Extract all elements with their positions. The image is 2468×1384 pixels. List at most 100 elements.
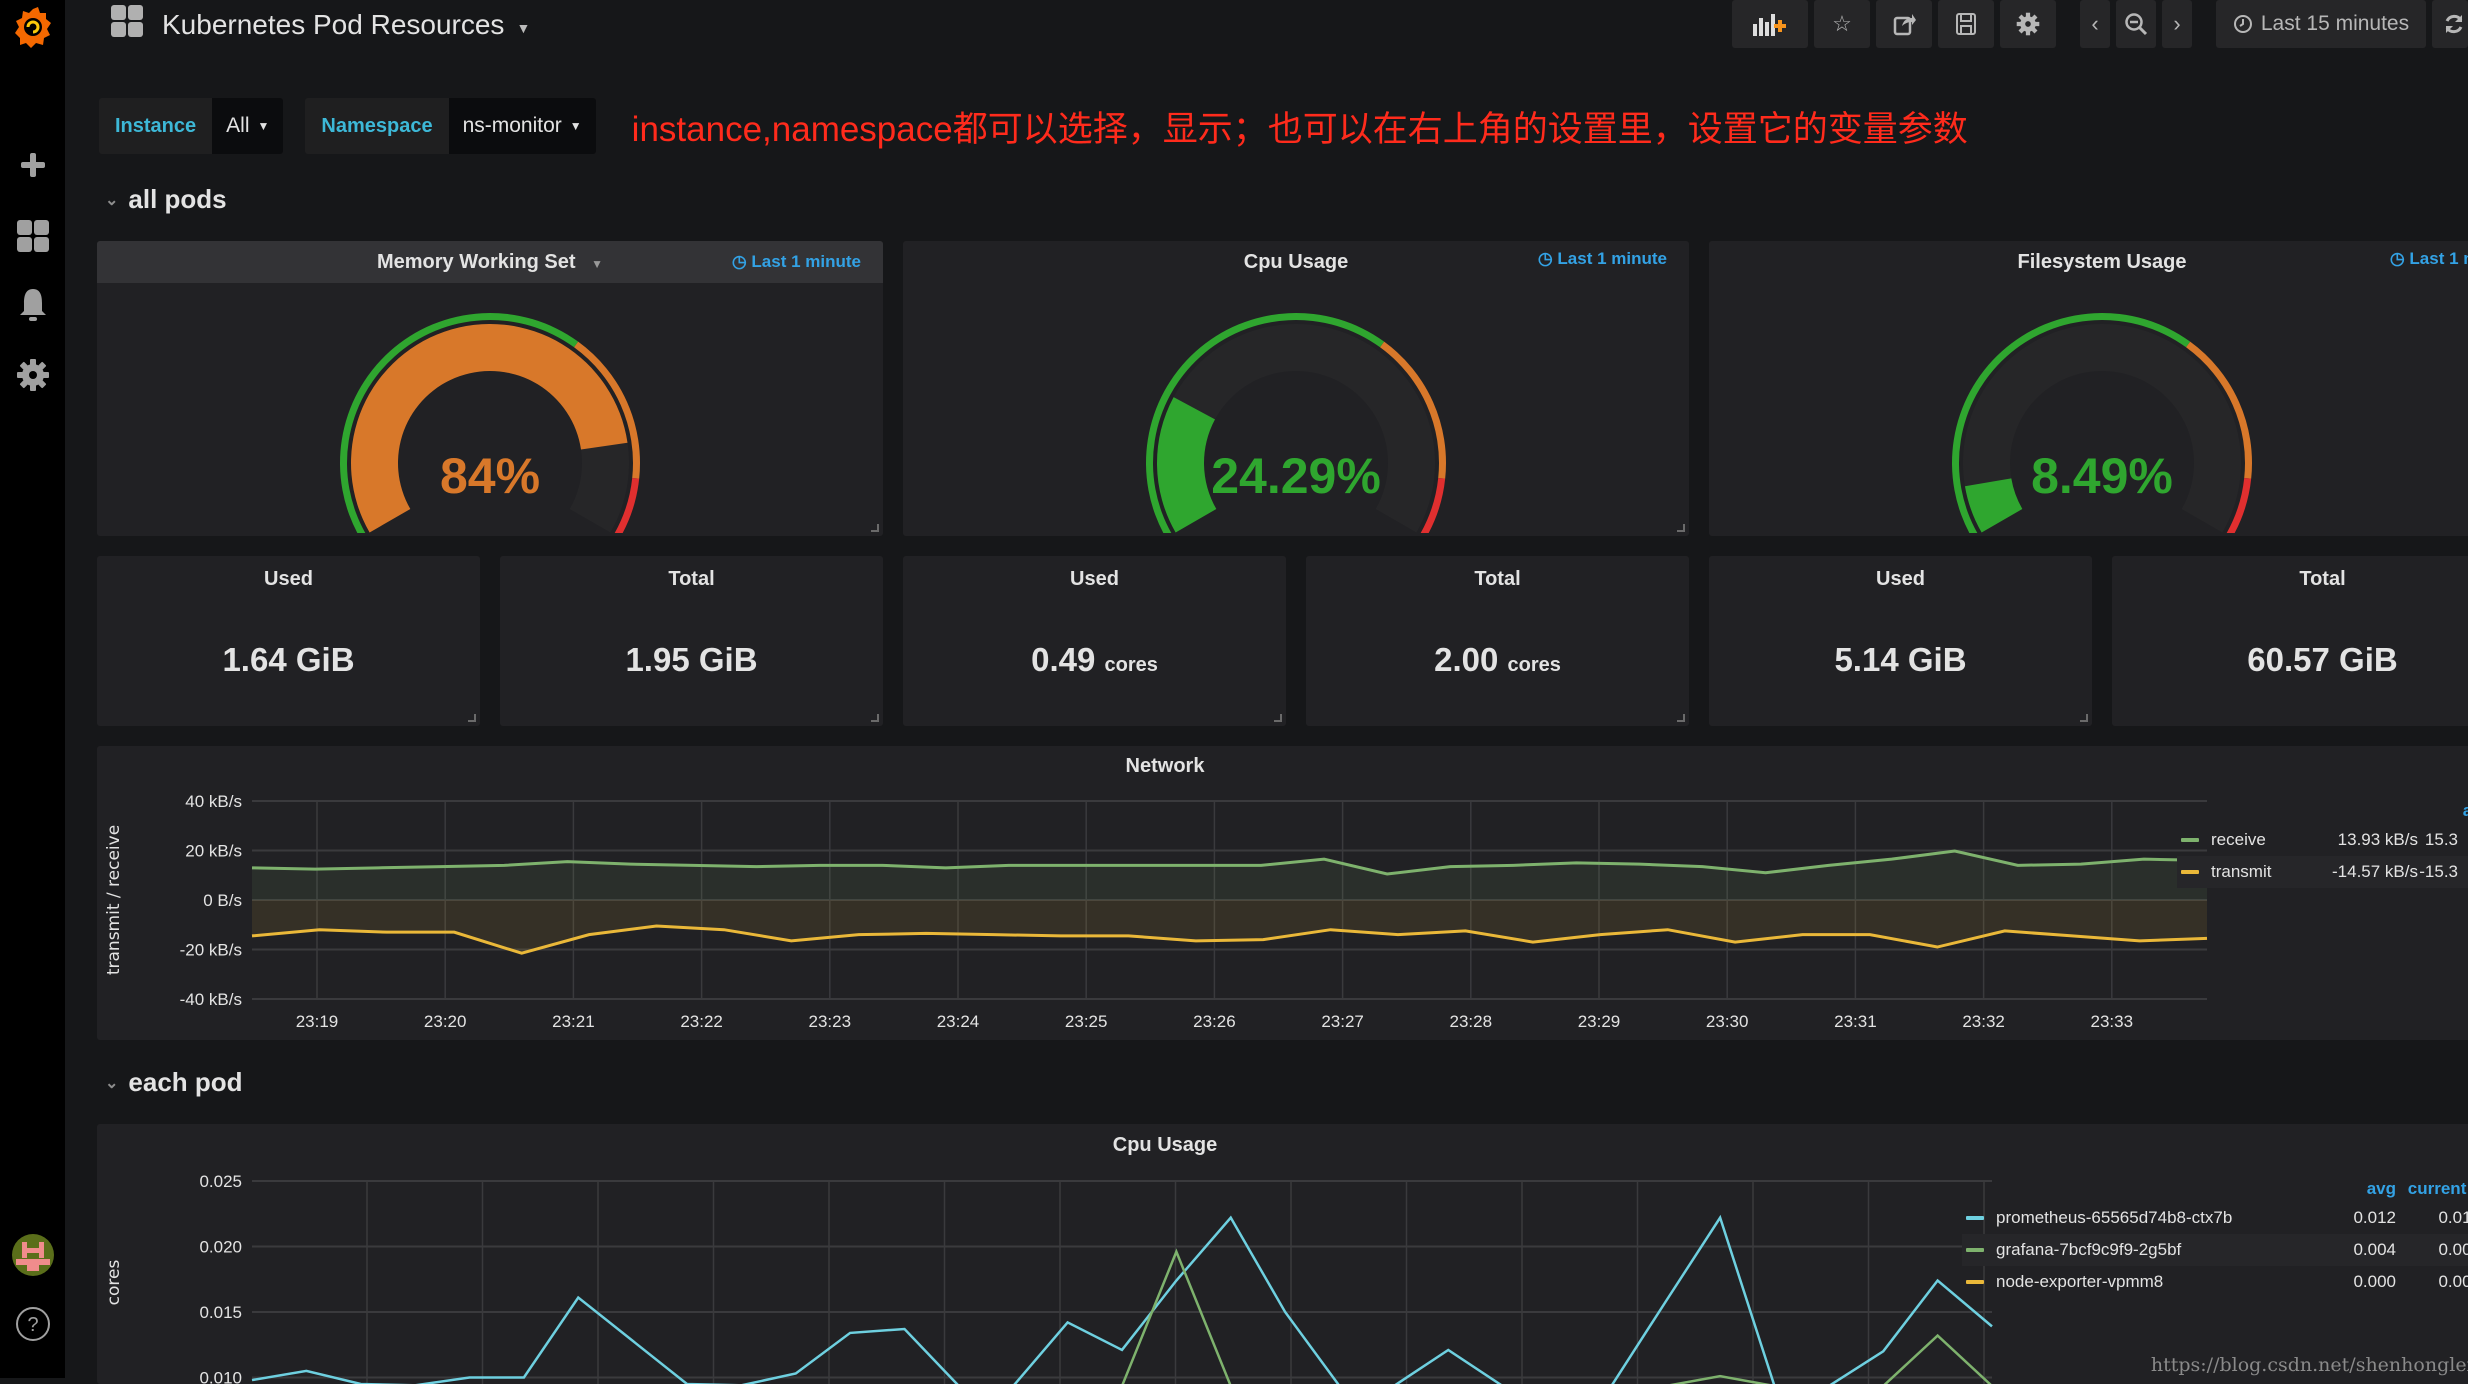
stat-panel: Used 1.64 GiB — [97, 556, 480, 726]
legend-header-current[interactable]: current ▼ — [2396, 1179, 2468, 1199]
x-tick-label: 23:26 — [1193, 1012, 1236, 1031]
stat-value: 0.49 cores — [903, 641, 1286, 679]
variable-label: Namespace — [305, 98, 448, 154]
variable-value: All — [226, 114, 249, 138]
stat-value: 60.57 GiB — [2112, 641, 2468, 679]
grafana-logo-icon[interactable] — [0, 2, 65, 52]
share-button[interactable] — [1876, 0, 1932, 48]
y-tick-label: 40 kB/s — [185, 792, 242, 811]
time-back-button[interactable]: ‹ — [2080, 0, 2110, 48]
navbar-actions: ☆ ‹ › Last 15 minutes — [1732, 0, 2468, 48]
caret-down-icon: ▼ — [570, 119, 582, 133]
panel-title[interactable]: Total — [1306, 568, 1689, 591]
row-title: all pods — [128, 184, 226, 215]
legend-item-prometheus[interactable]: prometheus-65565d74b8-ctx7b0.0120.014 — [1962, 1202, 2468, 1234]
resize-handle[interactable] — [2080, 714, 2088, 722]
panel-title[interactable]: Total — [500, 568, 883, 591]
legend-item-transmit[interactable]: transmit-14.57 kB/s-15.3 — [2177, 856, 2468, 888]
save-button[interactable] — [1938, 0, 1994, 48]
variable-label: Instance — [99, 98, 212, 154]
panel-title[interactable]: Used — [1709, 568, 2092, 591]
namespace-select[interactable]: ns-monitor▼ — [449, 98, 596, 154]
time-range-picker[interactable]: Last 15 minutes — [2216, 0, 2426, 48]
resize-handle[interactable] — [468, 714, 476, 722]
navbar: Kubernetes Pod Resources ▼ ☆ ‹ › — [65, 0, 2468, 50]
zoom-out-button[interactable] — [2116, 0, 2156, 48]
network-chart: 40 kB/s20 kB/s0 B/s-20 kB/s-40 kB/strans… — [97, 746, 2217, 1040]
panel-cpu-usage-each-pod: Cpu Usage 0.0250.0200.0150.010cores avgc… — [97, 1124, 2468, 1384]
y-tick-label: -20 kB/s — [180, 941, 242, 960]
panel-title[interactable]: Filesystem Usage — [1709, 251, 2468, 274]
panel-title[interactable]: Total — [2112, 568, 2468, 591]
panel-title[interactable]: Used — [903, 568, 1286, 591]
resize-handle[interactable] — [1677, 524, 1685, 532]
y-tick-label: 0.015 — [199, 1303, 242, 1322]
avatar[interactable] — [0, 1233, 65, 1277]
gauge-value: 84% — [440, 448, 540, 504]
panel-time-override: ◷ Last 1 minute — [1538, 249, 1667, 269]
dashboards-icon — [110, 4, 144, 45]
annotation-text: instance,namespace都可以选择，显示；也可以在右上角的设置里，设… — [632, 101, 1968, 152]
x-tick-label: 23:19 — [296, 1012, 339, 1031]
star-button[interactable]: ☆ — [1814, 0, 1870, 48]
legend-item-node-exporter[interactable]: node-exporter-vpmm80.0000.000 — [1962, 1266, 2468, 1298]
gauge: 24.29% — [903, 283, 1689, 533]
gauge-value: 8.49% — [2031, 448, 2173, 504]
panel-cpu-usage-gauge: Cpu Usage ◷ Last 1 minute 24.29% — [903, 241, 1689, 536]
gear-icon[interactable] — [0, 355, 65, 395]
bell-icon[interactable] — [0, 285, 65, 325]
resize-handle[interactable] — [1274, 714, 1282, 722]
stat-panel: Total 60.57 GiB — [2112, 556, 2468, 726]
chevron-down-icon: ⌄ — [105, 1073, 118, 1093]
resize-handle[interactable] — [1677, 714, 1685, 722]
caret-down-icon: ▼ — [516, 20, 530, 36]
cpu-legend: avgcurrent ▼ prometheus-65565d74b8-ctx7b… — [1962, 1176, 2468, 1298]
x-tick-label: 23:24 — [937, 1012, 980, 1031]
row-each-pod[interactable]: ⌄ each pod — [105, 1067, 243, 1098]
clock-icon — [2233, 14, 2253, 34]
add-panel-button[interactable] — [1732, 0, 1808, 48]
panel-filesystem-usage-gauge: Filesystem Usage ◷ Last 1 minute 8.49% — [1709, 241, 2468, 536]
dashboard-picker[interactable]: Kubernetes Pod Resources ▼ — [110, 4, 530, 45]
series-color-swatch — [1966, 1248, 1984, 1252]
x-tick-label: 23:33 — [2091, 1012, 2134, 1031]
x-tick-label: 23:25 — [1065, 1012, 1108, 1031]
cpu-pod-chart: 0.0250.0200.0150.010cores — [97, 1124, 1997, 1384]
watermark: https://blog.csdn.net/shenhonglei1234 — [2151, 1354, 2468, 1376]
x-tick-label: 23:21 — [552, 1012, 595, 1031]
y-axis-label: cores — [104, 1260, 124, 1306]
refresh-button[interactable] — [2432, 0, 2468, 48]
stat-value: 2.00 cores — [1306, 641, 1689, 679]
template-variables: Instance All ▼ Namespace ns-monitor▼ inst… — [99, 98, 1968, 154]
x-tick-label: 23:30 — [1706, 1012, 1749, 1031]
series-color-swatch — [2181, 838, 2199, 842]
y-tick-label: 0.025 — [199, 1172, 242, 1191]
time-forward-button[interactable]: › — [2162, 0, 2192, 48]
resize-handle[interactable] — [871, 524, 879, 532]
legend-item-receive[interactable]: receive13.93 kB/s15.3 — [2177, 824, 2468, 856]
resize-handle[interactable] — [871, 714, 879, 722]
legend-header-avg[interactable]: avg — [2336, 1179, 2396, 1199]
stat-panel: Used 0.49 cores — [903, 556, 1286, 726]
stat-panel: Used 5.14 GiB — [1709, 556, 2092, 726]
instance-select[interactable]: All ▼ — [212, 98, 283, 154]
stat-value: 1.64 GiB — [97, 641, 480, 679]
row-all-pods[interactable]: ⌄ all pods — [105, 184, 227, 215]
caret-down-icon: ▼ — [258, 119, 270, 133]
share-icon — [1892, 12, 1916, 36]
x-tick-label: 23:23 — [809, 1012, 852, 1031]
dashboard-settings-button[interactable] — [2000, 0, 2056, 48]
stat-panel: Total 2.00 cores — [1306, 556, 1689, 726]
dashboards-icon[interactable] — [0, 216, 65, 256]
help-icon[interactable]: ? — [0, 1304, 65, 1344]
x-tick-label: 23:20 — [424, 1012, 467, 1031]
panel-time-override: ◷ Last 1 minute — [2390, 249, 2468, 269]
x-tick-label: 23:29 — [1578, 1012, 1621, 1031]
legend-header-avg[interactable]: avg — [2392, 801, 2468, 821]
chevron-right-icon: › — [2173, 11, 2180, 37]
series-color-swatch — [2181, 870, 2199, 874]
plus-icon[interactable] — [0, 145, 65, 185]
legend-item-grafana[interactable]: grafana-7bcf9c9f9-2g5bf0.0040.008 — [1962, 1234, 2468, 1266]
star-icon: ☆ — [1832, 11, 1852, 37]
panel-title[interactable]: Used — [97, 568, 480, 591]
